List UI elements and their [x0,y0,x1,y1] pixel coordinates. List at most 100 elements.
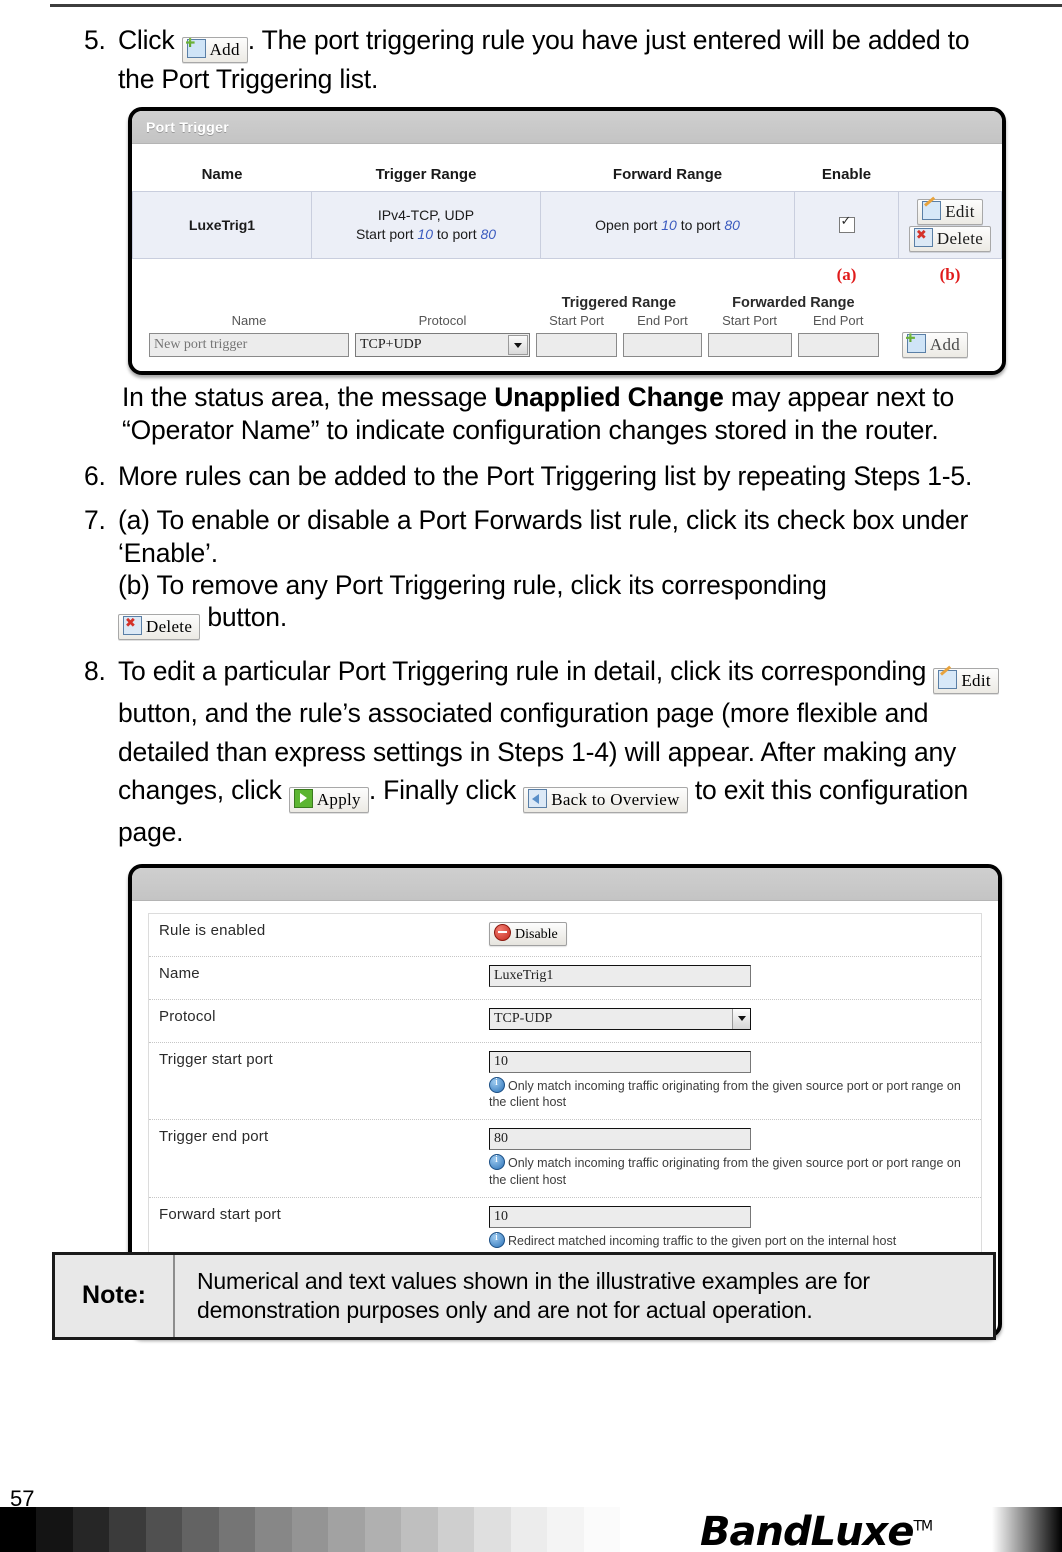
row-edit-button[interactable]: Edit [917,199,983,226]
note-label: Note: [55,1255,175,1337]
edit-button-label: Edit [961,671,991,691]
brand-logo-text: BandLuxe [700,1509,914,1552]
edit-button[interactable]: Edit [933,668,999,695]
col-forward-range: Forward Range [612,166,723,184]
rule-config-panel-title-bar [132,867,998,901]
addform-add-cell: Add [882,331,988,359]
grayscale-step-bar [0,1507,620,1552]
add-form-table: Triggered Range Forwarded Range Name Pro… [146,291,988,359]
step-8-part3: . Finally click [368,775,517,806]
addform-col-fwd-start: Start Port [722,313,778,329]
addform-col-trig-start: Start Port [549,313,604,329]
hint-trigger-start-port: Only match incoming traffic originating … [489,1075,971,1112]
value-protocol: TCP-UDP [489,1007,971,1034]
label-trigger-start-port: Trigger start port [159,1050,273,1068]
add-button[interactable]: Add [181,37,248,63]
chevron-down-icon [508,335,528,356]
col-actions [899,144,1002,192]
back-to-overview-button[interactable]: Back to Overview [523,787,688,814]
label-name: Name [159,964,200,982]
rule-name-input[interactable] [489,964,751,987]
addform-fwd-end-cell [795,331,883,359]
config-trigger-end-port-input[interactable] [489,1128,751,1151]
addform-fwd-start-cell [705,331,795,359]
step-8-text: To edit a particular Port Triggering rul… [118,652,1000,851]
cell-enable[interactable] [794,191,899,260]
config-forward-start-port-input[interactable] [489,1206,751,1229]
disable-icon [494,923,511,941]
forward-end-port-input[interactable] [797,333,879,358]
chevron-down-icon [732,1008,750,1029]
back-arrow-icon [528,789,548,809]
new-trigger-name-input[interactable] [149,333,349,358]
row-delete-button[interactable]: Delete [908,226,992,253]
step-7-line-b: (b) To remove any Port Triggering rule, … [118,569,827,600]
delete-icon [913,226,933,248]
add-icon [906,334,926,354]
marker-a: (a) [836,265,857,285]
addform-protocol-cell: TCP+UDP [352,331,533,359]
step-7: 7. (a) To enable or disable a Port Forwa… [0,504,1062,641]
port-trigger-panel-title: Port Trigger [146,119,229,136]
header-rule [50,4,1062,7]
status-note-bold: Unapplied Change [494,382,724,413]
trigger-range-prefix: Start port [355,226,414,243]
step-7-line-a: (a) To enable or disable a Port Forwards… [118,505,969,568]
row-edit-label: Edit [945,202,975,222]
hint-trigger-end-port-text: Only match incoming traffic originating … [489,1156,961,1188]
config-trigger-start-port-input[interactable] [489,1050,751,1073]
table-row: LuxeTrig1 IPv4-TCP, UDP Start port 10 to… [132,191,1002,260]
step-8-number: 8. [84,656,106,687]
rule-protocol-select[interactable]: TCP-UDP [489,1007,751,1030]
brand-logo: BandLuxeTM [700,1509,933,1552]
protocol-select-value: TCP+UDP [360,337,422,353]
label-rule-is-enabled: Rule is enabled [159,921,266,939]
addform-col-protocol: Protocol [418,313,467,329]
value-trigger-end-port: Only match incoming traffic originating … [489,1128,971,1189]
add-form-header-row: Name Protocol Start Port End Port Start … [146,312,988,331]
note-text: Numerical and text values shown in the i… [197,1268,870,1323]
cell-forward-range: Open port 10 to port 80 [540,191,795,260]
apply-button-label: Apply [316,790,361,810]
edit-icon [922,201,942,221]
trigger-start-port-input[interactable] [536,333,618,358]
info-icon [489,1230,505,1249]
add-icon [186,39,206,58]
step-5-lead: Click [118,25,175,55]
config-row-rule-enabled: Rule is enabled Disable [149,914,981,957]
trademark-symbol: TM [913,1518,933,1535]
value-trigger-start-port: Only match incoming traffic originating … [489,1050,971,1112]
group-forwarded-range: Forwarded Range [732,295,855,312]
hint-forward-start-port-text: Redirect matched incoming traffic to the… [508,1234,897,1249]
row-delete-label: Delete [936,229,984,249]
trigger-protocol: IPv4-TCP, UDP [377,207,475,224]
disable-button-label: Disable [515,926,558,942]
addform-add-label: Add [929,335,961,355]
forward-start-port: 10 [661,217,677,234]
delete-button[interactable]: Delete [118,614,201,641]
enable-checkbox[interactable] [838,214,855,233]
value-rule-is-enabled: Disable [489,921,971,948]
protocol-select[interactable]: TCP+UDP [355,333,530,358]
delete-icon [123,614,142,636]
forward-range-mid: to port [680,217,721,234]
col-trigger-range: Trigger Range [375,166,477,184]
apply-button[interactable]: Apply [288,787,369,814]
disable-button[interactable]: Disable [489,921,567,946]
step-7-text: (a) To enable or disable a Port Forwards… [118,504,1000,641]
config-row-forward-start-port: Forward start port Redirect matched inco… [149,1198,981,1259]
port-trigger-add-form: Triggered Range Forwarded Range Name Pro… [132,291,1002,371]
hint-trigger-end-port: Only match incoming traffic originating … [489,1152,971,1189]
port-trigger-panel-title-bar: Port Trigger [132,111,1002,145]
rule-protocol-value: TCP-UDP [494,1010,553,1026]
config-row-trigger-end-port: Trigger end port Only match incoming tra… [149,1120,981,1199]
trigger-end-port-input[interactable] [623,333,702,358]
addform-trig-start-cell [533,331,620,359]
step-5: 5. Click Add. The port triggering rule y… [0,24,1062,95]
note-box: Note: Numerical and text values shown in… [52,1252,996,1340]
step-8-part1: To edit a particular Port Triggering rul… [118,656,927,687]
addform-add-button[interactable]: Add [901,332,969,359]
forward-start-port-input[interactable] [707,333,792,358]
step-5-text: Click Add. The port triggering rule you … [118,24,1000,95]
step-8: 8. To edit a particular Port Triggering … [0,652,1062,851]
